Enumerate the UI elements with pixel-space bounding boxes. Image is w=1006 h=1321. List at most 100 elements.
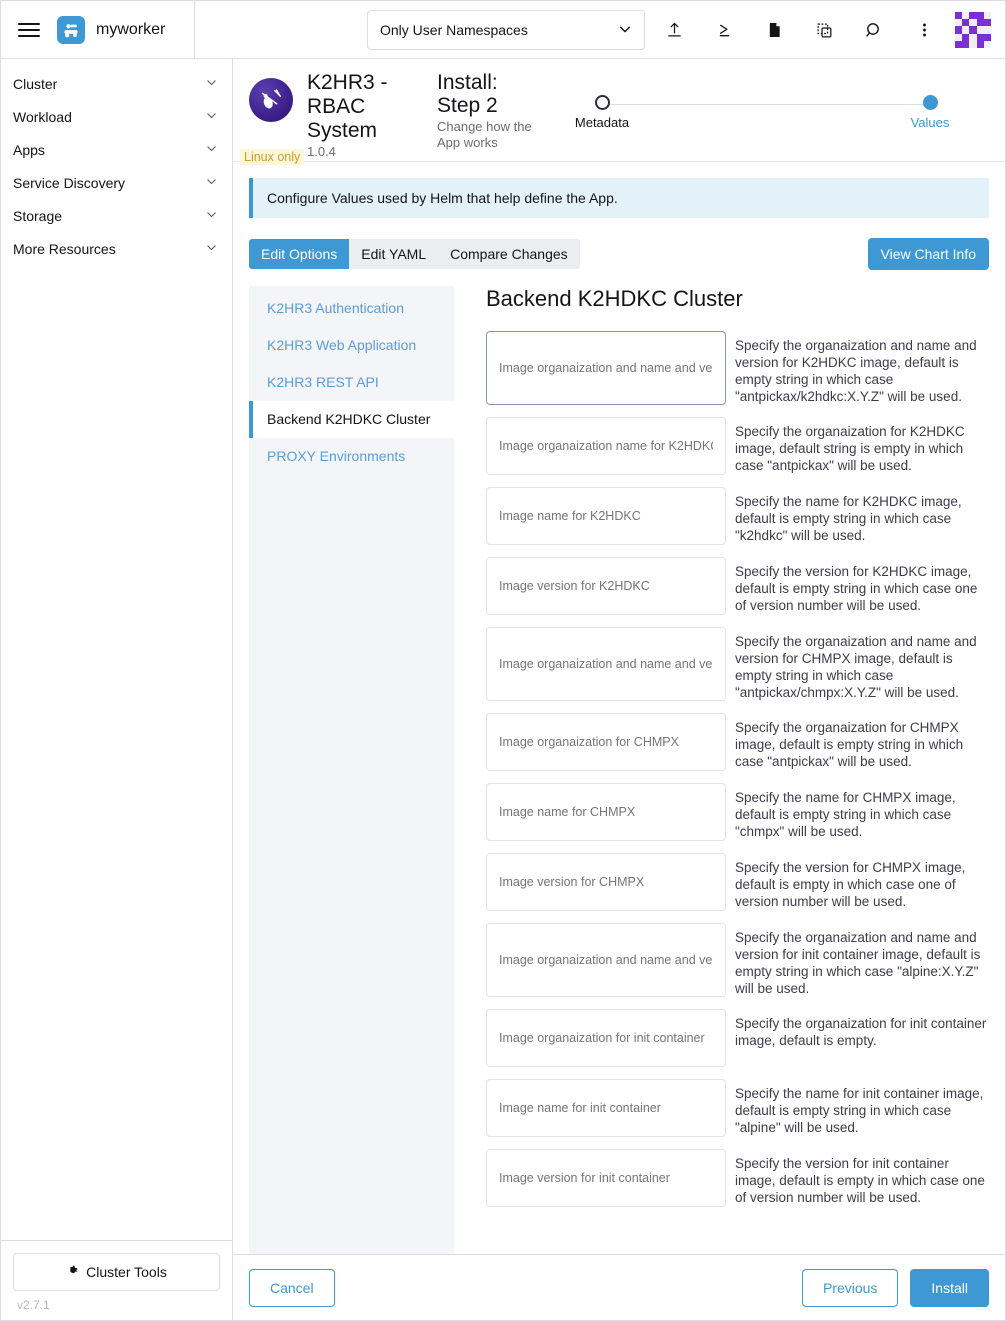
sidebar-item-label: Workload — [13, 108, 72, 125]
step-values[interactable]: Values — [895, 95, 965, 130]
sidebar-item-service-discovery[interactable]: Service Discovery — [1, 166, 232, 199]
page-title: K2HR3 - RBAC System — [307, 71, 388, 142]
namespace-filter-value: Only User Namespaces — [380, 22, 528, 38]
rancher-version-label: v2.7.1 — [17, 1298, 50, 1312]
values-info-banner: Configure Values used by Helm that help … — [249, 178, 989, 218]
question-group-backend-k2hdkc-cluster[interactable]: Backend K2HDKC Cluster — [249, 401, 454, 438]
copy-snapshot-icon[interactable] — [799, 1, 849, 59]
step-dot-icon — [922, 95, 938, 110]
previous-button[interactable]: Previous — [801, 1268, 899, 1307]
sidebar-footer: Cluster Tools v2.7.1 — [1, 1240, 232, 1320]
hamburger-menu-icon[interactable] — [1, 22, 57, 37]
field-row: Specify the organaization for init conta… — [486, 1009, 989, 1067]
cluster-name-label: myworker — [96, 20, 166, 38]
install-stepper: Metadata Values — [567, 95, 989, 155]
install-button[interactable]: Install — [910, 1268, 989, 1307]
field-row: Specify the organaization for K2HDKC ima… — [486, 417, 989, 475]
import-yaml-icon[interactable] — [649, 1, 699, 59]
field-row: Specify the name for CHMPX image, defaul… — [486, 783, 989, 841]
sidebar-item-cluster[interactable]: Cluster — [1, 67, 232, 100]
question-group-k2hr3-authentication[interactable]: K2HR3 Authentication — [249, 290, 454, 327]
value-input[interactable] — [486, 713, 726, 771]
sidebar-item-storage[interactable]: Storage — [1, 199, 232, 232]
cluster-tools-button[interactable]: Cluster Tools — [13, 1253, 220, 1291]
sidebar-item-label: Service Discovery — [13, 174, 126, 191]
chart-install-header: K2HR3 - RBAC System 1.0.4 Linux only Ins… — [233, 59, 1005, 165]
search-icon[interactable] — [849, 1, 899, 59]
field-description: Specify the organaization for K2HDKC ima… — [735, 424, 965, 473]
stepper-connector-line — [595, 104, 931, 105]
overflow-menu-icon[interactable] — [899, 1, 949, 59]
sidebar-item-label: Apps — [13, 141, 45, 158]
value-input[interactable] — [486, 487, 726, 545]
value-input[interactable] — [486, 417, 726, 475]
sidebar-item-apps[interactable]: Apps — [1, 133, 232, 166]
value-input[interactable] — [486, 853, 726, 911]
cluster-tools-label: Cluster Tools — [86, 1264, 167, 1280]
field-row: Specify the name for init container imag… — [486, 1079, 989, 1137]
fields-list: Specify the organaization and name and v… — [486, 331, 989, 1207]
app-body: Cluster Workload Apps Service Discovery … — [1, 59, 1005, 1320]
sidebar-item-label: Storage — [13, 207, 63, 224]
field-row: Specify the organaization and name and v… — [486, 331, 989, 405]
main-content: K2HR3 - RBAC System 1.0.4 Linux only Ins… — [233, 59, 1005, 1320]
field-description: Specify the organaization and name and v… — [735, 930, 981, 996]
view-chart-info-button[interactable]: View Chart Info — [867, 238, 989, 270]
editor-tabs-row: Edit Options Edit YAML Compare Changes V… — [233, 218, 1005, 270]
rancher-logo-icon — [57, 15, 85, 44]
field-description: Specify the version for K2HDKC image, de… — [735, 564, 978, 613]
value-input[interactable] — [486, 1079, 726, 1137]
field-description: Specify the organaization and name and v… — [735, 634, 977, 700]
value-input[interactable] — [486, 557, 726, 615]
rancher-app-window: myworker Only User Namespaces Cluster Wo… — [0, 0, 1006, 1321]
notice-wrapper: Configure Values used by Helm that help … — [233, 162, 1005, 218]
value-input[interactable] — [486, 1149, 726, 1207]
question-group-proxy-environments[interactable]: PROXY Environments — [249, 438, 454, 475]
tab-compare-changes[interactable]: Compare Changes — [438, 239, 580, 269]
chevron-down-icon — [205, 109, 218, 125]
step-label: Metadata — [574, 115, 630, 130]
step-dot-icon — [594, 95, 610, 110]
value-input[interactable] — [486, 783, 726, 841]
field-description: Specify the organaization for init conta… — [735, 1016, 987, 1048]
field-row: Specify the version for init container i… — [486, 1149, 989, 1207]
tab-edit-options[interactable]: Edit Options — [249, 239, 350, 269]
kubeconfig-file-icon[interactable] — [749, 1, 799, 59]
os-support-badge: Linux only — [240, 149, 305, 165]
field-description: Specify the version for init container i… — [735, 1156, 985, 1205]
value-input[interactable] — [486, 627, 726, 701]
install-step-subtitle: Change how the App works — [437, 119, 532, 150]
sidebar-item-more-resources[interactable]: More Resources — [1, 232, 232, 265]
cancel-button[interactable]: Cancel — [249, 1268, 335, 1307]
sidebar-item-label: More Resources — [13, 240, 116, 257]
value-input[interactable] — [486, 1009, 726, 1067]
sidebar-item-workload[interactable]: Workload — [1, 100, 232, 133]
field-description: Specify the name for init container imag… — [735, 1086, 984, 1135]
topbar-divider — [194, 0, 196, 59]
left-sidebar: Cluster Workload Apps Service Discovery … — [1, 59, 233, 1320]
field-description: Specify the version for CHMPX image, def… — [735, 860, 966, 909]
brand-block[interactable]: myworker — [57, 15, 166, 44]
field-row: Specify the name for K2HDKC image, defau… — [486, 487, 989, 545]
value-input[interactable] — [486, 923, 726, 997]
question-group-k2hr3-rest-api[interactable]: K2HR3 REST API — [249, 364, 454, 401]
step-metadata[interactable]: Metadata — [567, 95, 637, 130]
editor-tab-group: Edit Options Edit YAML Compare Changes — [249, 239, 580, 269]
tab-edit-yaml[interactable]: Edit YAML — [349, 239, 438, 269]
top-navigation-bar: myworker Only User Namespaces — [1, 0, 1005, 59]
chevron-down-icon — [205, 241, 218, 257]
user-avatar[interactable] — [955, 12, 991, 48]
field-row: Specify the organaization and name and v… — [486, 923, 989, 997]
chart-version-label: 1.0.4 — [307, 144, 336, 159]
field-row: Specify the version for CHMPX image, def… — [486, 853, 989, 911]
namespace-filter-select[interactable]: Only User Namespaces — [367, 10, 645, 50]
chevron-down-icon — [618, 22, 632, 39]
kubectl-shell-icon[interactable] — [699, 1, 749, 59]
field-row: Specify the organaization and name and v… — [486, 627, 989, 701]
value-input[interactable] — [486, 331, 726, 405]
chevron-down-icon — [205, 142, 218, 158]
field-description: Specify the name for CHMPX image, defaul… — [735, 790, 956, 839]
top-actions-group — [649, 1, 997, 59]
question-group-k2hr3-web-application[interactable]: K2HR3 Web Application — [249, 327, 454, 364]
k2hr3-app-icon — [249, 78, 293, 122]
